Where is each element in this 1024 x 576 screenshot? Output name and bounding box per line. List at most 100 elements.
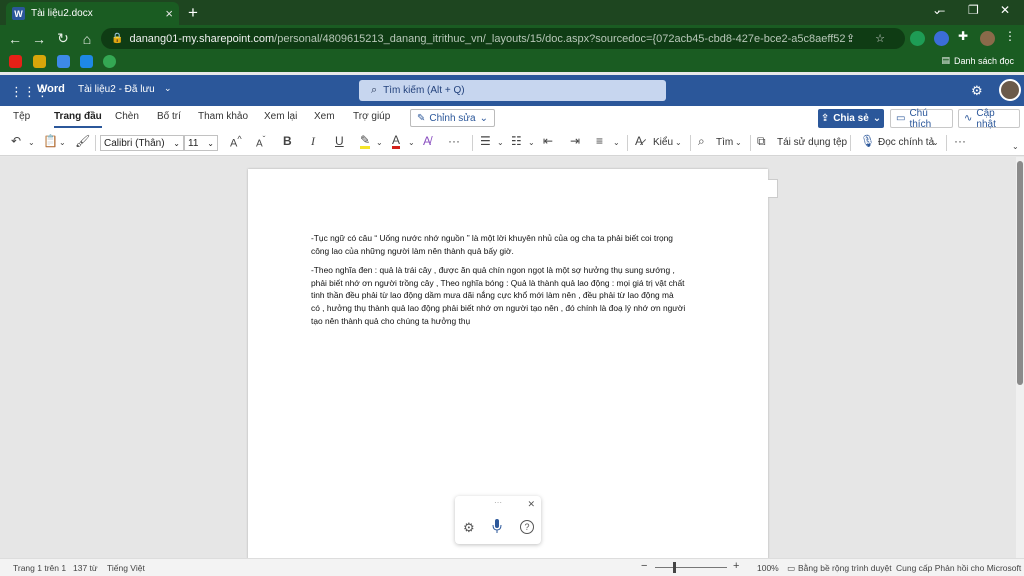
chevron-down-icon[interactable]: ⌄ (613, 138, 620, 147)
profile-avatar[interactable] (980, 31, 995, 46)
address-bar[interactable]: 🔒 danang01-my.sharepoint.com/personal/48… (101, 28, 905, 49)
search-box[interactable]: ⌕ (359, 80, 666, 101)
translate-bookmark-icon[interactable] (57, 55, 70, 68)
more-options-icon[interactable]: ··· (954, 134, 966, 148)
puzzle-extensions-icon[interactable]: ✚ (958, 29, 973, 44)
chevron-down-icon[interactable]: ⌄ (28, 138, 35, 147)
document-paragraph-2[interactable]: -Theo nghĩa đen : quả là trái cây , được… (311, 264, 711, 328)
font-color-icon[interactable]: A (392, 134, 401, 149)
format-painter-icon[interactable]: 🖌 (75, 134, 90, 148)
forward-icon[interactable]: → (27, 31, 51, 47)
chevron-down-icon[interactable]: ⌄ (408, 138, 415, 147)
undo-icon[interactable]: ↶ (11, 134, 21, 148)
zoom-level[interactable]: 100% (757, 563, 779, 573)
reading-list[interactable]: ▤ Danh sách đọc (941, 55, 1014, 66)
tab-references[interactable]: Tham khảo (198, 111, 248, 122)
close-icon[interactable]: ✕ (527, 499, 535, 510)
chevron-down-icon[interactable]: ⌄ (932, 138, 939, 147)
comments-button[interactable]: ▭ Chú thích (890, 108, 953, 130)
close-tab-icon[interactable]: × (165, 6, 173, 21)
chevron-down-icon[interactable]: ⌄ (59, 138, 66, 147)
styles-icon[interactable]: A̷ (635, 134, 643, 148)
download-bookmark-icon[interactable] (33, 55, 46, 68)
styles-button[interactable]: Kiểu (653, 137, 673, 148)
tab-help[interactable]: Trợ giúp (353, 111, 390, 122)
document-paragraph-1[interactable]: -Tục ngữ có câu “ Uống nước nhớ nguồn ” … (311, 232, 711, 257)
view-mode-icon[interactable]: ▭ (787, 563, 795, 574)
tab-view[interactable]: Xem (314, 111, 335, 122)
grow-font-icon[interactable]: A^ (230, 134, 242, 150)
word-app-name[interactable]: Word (37, 83, 65, 95)
font-size-select[interactable]: 11 ⌄ (184, 135, 218, 151)
help-icon[interactable]: ? (520, 520, 534, 534)
tab-review[interactable]: Xem lại (264, 111, 297, 122)
collapse-ribbon-icon[interactable]: ⌄ (1012, 142, 1019, 151)
dictate-button[interactable]: Đọc chính tả (878, 137, 934, 148)
minimize-icon[interactable]: – (938, 3, 945, 17)
zoom-in-icon[interactable]: + (733, 560, 739, 572)
home-icon[interactable]: ⌂ (75, 31, 99, 47)
document-title[interactable]: Tài liệu2 - Đã lưu (78, 84, 155, 95)
scrollbar-thumb[interactable] (1017, 161, 1023, 385)
drag-handle[interactable]: ⋯ (494, 498, 502, 507)
docs-bookmark-icon[interactable] (80, 55, 93, 68)
chevron-down-icon[interactable]: ⌄ (497, 138, 504, 147)
bullets-icon[interactable]: ☰ (480, 134, 491, 148)
language[interactable]: Tiếng Việt (107, 563, 145, 573)
paste-icon[interactable]: 📋 (43, 134, 58, 148)
new-tab-icon[interactable]: + (188, 3, 198, 23)
shield-extension-icon[interactable] (910, 31, 925, 46)
more-font-icon[interactable]: ··· (448, 134, 460, 148)
editing-mode-button[interactable]: ✎ Chỉnh sửa ⌄ (410, 109, 495, 127)
bookmark-star-icon[interactable]: ☆ (875, 32, 895, 45)
chevron-down-icon[interactable]: ⌄ (675, 138, 682, 147)
browser-tab[interactable]: W Tài liệu2.docx × (6, 2, 179, 25)
bold-icon[interactable]: B (283, 134, 292, 148)
gear-icon[interactable]: ⚙ (971, 83, 983, 99)
search-icon[interactable]: ⌕ (698, 134, 705, 149)
numbering-icon[interactable]: ☷ (511, 134, 522, 148)
vertical-scrollbar[interactable] (1016, 157, 1024, 558)
restore-icon[interactable]: ❐ (968, 3, 979, 17)
find-button[interactable]: Tìm (716, 137, 733, 148)
tab-home[interactable]: Trang đầu (54, 111, 102, 128)
shrink-font-icon[interactable]: Aˇ (256, 134, 265, 149)
share-page-icon[interactable]: ⇪ (846, 32, 865, 45)
feedback-link[interactable]: Cung cấp Phản hồi cho Microsoft (896, 563, 1021, 573)
chevron-down-icon[interactable]: ⌄ (735, 138, 742, 147)
avatar[interactable] (999, 79, 1021, 101)
view-mode[interactable]: Bằng bề rộng trình duyệt (798, 563, 892, 573)
italic-icon[interactable]: I (311, 134, 315, 149)
reuse-files-button[interactable]: Tái sử dụng tệp (777, 137, 847, 148)
tab-insert[interactable]: Chèn (115, 111, 139, 122)
underline-icon[interactable]: U (335, 134, 344, 148)
chevron-down-icon[interactable]: ⌄ (528, 138, 535, 147)
align-icon[interactable]: ≡ (596, 134, 603, 148)
reload-icon[interactable]: ↻ (51, 30, 75, 47)
zoom-out-icon[interactable]: − (641, 560, 647, 572)
zoom-slider-thumb[interactable] (673, 562, 676, 573)
chevron-down-icon[interactable]: ⌄ (164, 83, 172, 94)
close-window-icon[interactable]: ✕ (1000, 3, 1010, 17)
gear-icon[interactable]: ⚙ (463, 520, 475, 536)
microphone-icon[interactable]: 🎙 (860, 134, 875, 148)
search-input[interactable] (383, 85, 634, 96)
chevron-down-icon[interactable]: ⌄ (376, 138, 383, 147)
share-button[interactable]: ⇪ Chia sẻ ⌄ (818, 109, 884, 128)
extension-icon[interactable] (934, 31, 949, 46)
youtube-bookmark-icon[interactable] (9, 55, 22, 68)
tab-layout[interactable]: Bố trí (157, 111, 181, 122)
catch-up-button[interactable]: ∿ Cập nhật (958, 108, 1020, 130)
microphone-icon[interactable] (492, 519, 502, 533)
tab-file[interactable]: Tệp (13, 111, 30, 122)
maps-bookmark-icon[interactable] (103, 55, 116, 68)
highlight-icon[interactable]: ✎ (360, 134, 371, 149)
chrome-menu-icon[interactable]: ⋮ (1004, 29, 1019, 44)
font-name-select[interactable]: Calibri (Thân) ⌄ (100, 135, 184, 151)
zoom-slider-track[interactable] (655, 567, 727, 568)
increase-indent-icon[interactable]: ⇥ (570, 134, 580, 148)
decrease-indent-icon[interactable]: ⇤ (543, 134, 553, 148)
reuse-files-icon[interactable]: ⧉ (757, 134, 766, 149)
clear-formatting-icon[interactable]: A̸ (423, 134, 431, 148)
back-icon[interactable]: ← (3, 31, 27, 47)
